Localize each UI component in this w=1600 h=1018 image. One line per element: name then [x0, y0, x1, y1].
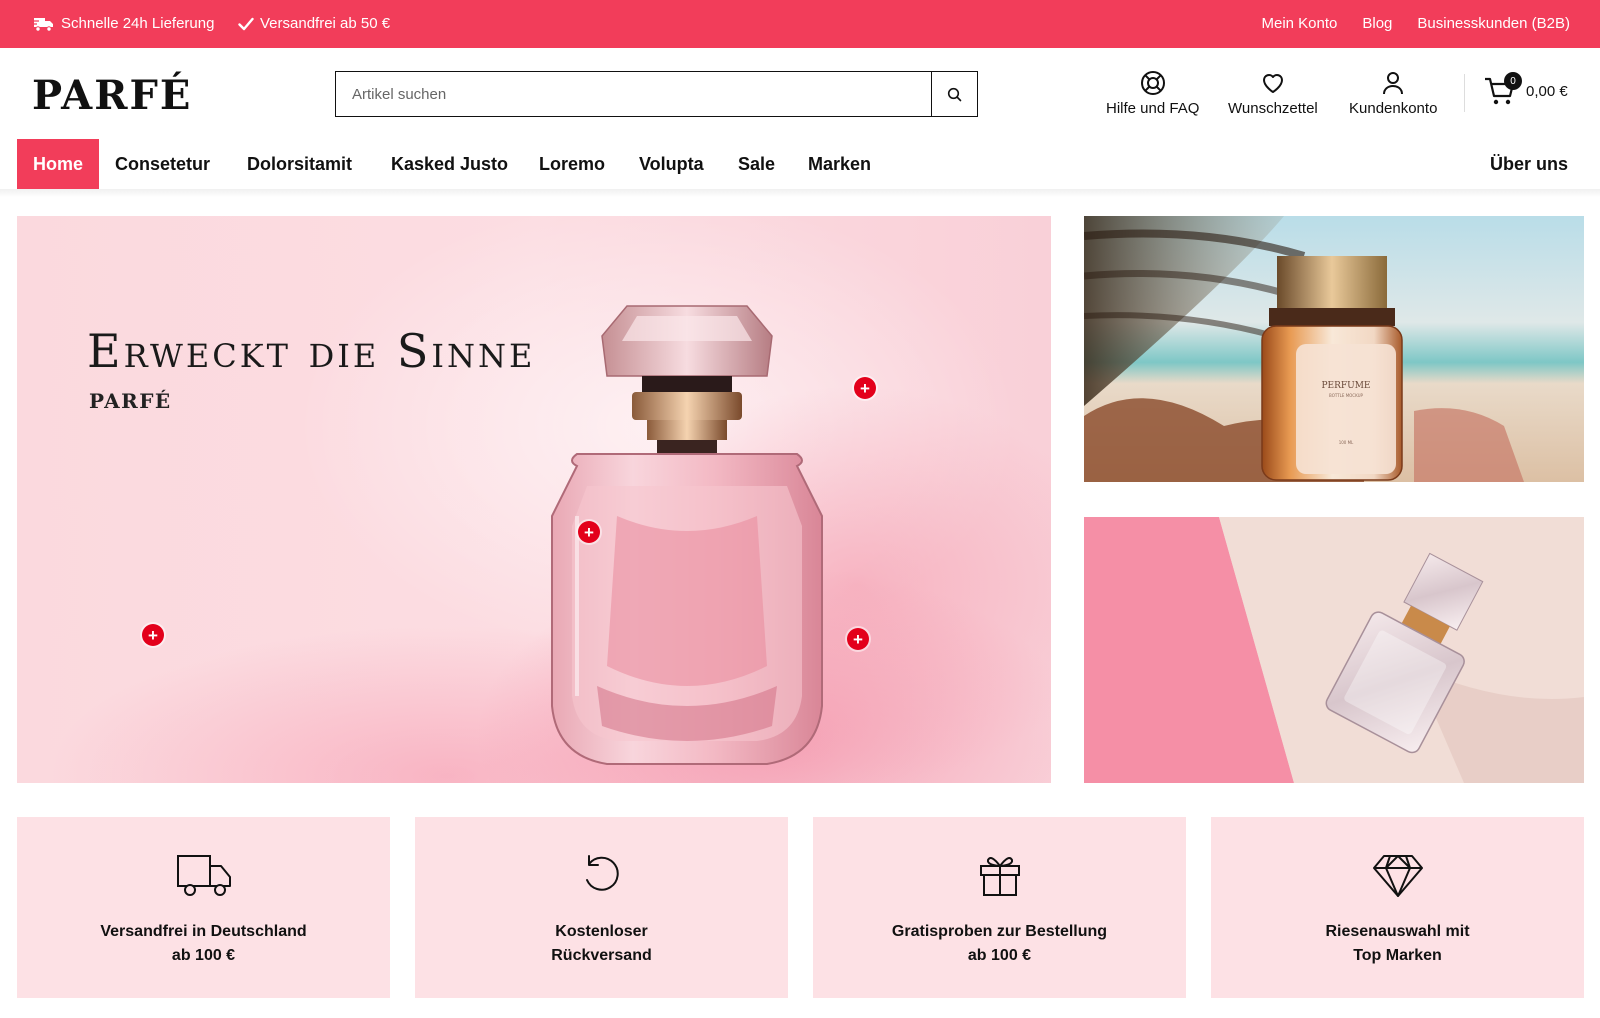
usp-delivery-text: Schnelle 24h Lieferung	[61, 15, 215, 32]
top-bar: Schnelle 24h Lieferung Versandfrei ab 50…	[0, 0, 1600, 48]
account-label: Kundenkonto	[1349, 100, 1438, 117]
link-my-account[interactable]: Mein Konto	[1261, 15, 1337, 32]
nav-item-kasked-justo[interactable]: Kasked Justo	[391, 139, 508, 189]
help-faq-link[interactable]: Hilfe und FAQ	[1106, 70, 1199, 117]
search-bar	[335, 71, 978, 117]
account-link[interactable]: Kundenkonto	[1349, 70, 1437, 117]
logo[interactable]: PARFÉ	[32, 72, 192, 120]
truck-icon	[33, 17, 53, 32]
user-icon	[1383, 72, 1404, 95]
feature-line-2: ab 100 €	[967, 947, 1032, 964]
feature-text: Gratisproben zur Bestellung ab 100 €	[892, 920, 1107, 968]
heart-icon	[1262, 74, 1283, 93]
feature-line-1: Kostenloser	[555, 923, 648, 940]
cart-total: 0,00 €	[1526, 82, 1568, 100]
feature-card-return: Kostenloser Rückversand	[415, 817, 788, 998]
check-icon	[238, 17, 254, 30]
wishlist-link[interactable]: Wunschzettel	[1228, 70, 1318, 117]
feature-line-1: Riesenauswahl mit	[1325, 923, 1470, 940]
feature-text: Riesenauswahl mit Top Marken	[1325, 920, 1469, 968]
feature-card-shipping: Versandfrei in Deutschland ab 100 €	[17, 817, 390, 998]
feature-card-samples: Gratisproben zur Bestellung ab 100 €	[813, 817, 1186, 998]
help-faq-label: Hilfe und FAQ	[1106, 100, 1200, 117]
search-button[interactable]	[931, 72, 977, 116]
cart-button[interactable]: 0 0,00 €	[1484, 72, 1568, 106]
feature-card-brands: Riesenauswahl mit Top Marken	[1211, 817, 1584, 998]
promo-banner-beach[interactable]: PERFUME BOTTLE MOCKUP 100 ML	[1084, 216, 1584, 482]
return-icon	[585, 855, 619, 891]
lifebuoy-icon	[1140, 71, 1165, 95]
nav-item-volupta[interactable]: Volupta	[639, 139, 704, 189]
search-input[interactable]	[336, 72, 931, 116]
bottle-sub-label: BOTTLE MOCKUP	[1329, 393, 1364, 398]
feature-line-1: Versandfrei in Deutschland	[100, 923, 307, 940]
hero-headline: Erweckt die Sinne	[87, 324, 536, 378]
perfume-bottle-image	[551, 305, 823, 765]
nav-item-sale[interactable]: Sale	[738, 139, 775, 189]
bottle-volume: 100 ML	[1339, 440, 1354, 445]
usp-delivery: Schnelle 24h Lieferung	[33, 15, 214, 32]
nav-item-marken[interactable]: Marken	[808, 139, 871, 189]
nav-item-dolorsitamit[interactable]: Dolorsitamit	[247, 139, 352, 189]
hero-brand: PARFÉ	[89, 389, 172, 413]
bottle-label: PERFUME	[1321, 381, 1370, 391]
feature-line-1: Gratisproben zur Bestellung	[891, 923, 1108, 940]
hotspot-button[interactable]: +	[854, 377, 876, 399]
gift-icon	[979, 857, 1020, 896]
link-blog[interactable]: Blog	[1362, 15, 1392, 32]
top-links: Mein Konto Blog Businesskunden (B2B)	[1261, 15, 1570, 32]
hotspot-button[interactable]: +	[578, 521, 600, 543]
cart-count-badge: 0	[1504, 72, 1522, 90]
feature-text: Kostenloser Rückversand	[551, 920, 652, 968]
nav-item-loremo[interactable]: Loremo	[539, 139, 605, 189]
feature-line-2: Rückversand	[551, 947, 652, 964]
crystal-perfume-image	[1084, 517, 1584, 783]
search-icon	[947, 87, 962, 101]
diamond-icon	[1372, 855, 1423, 897]
nav-item-consetetur[interactable]: Consetetur	[115, 139, 210, 189]
nav-shadow	[0, 189, 1600, 197]
main-nav: Home Consetetur Dolorsitamit Kasked Just…	[0, 139, 1600, 189]
feature-text: Versandfrei in Deutschland ab 100 €	[100, 920, 306, 968]
hotspot-button[interactable]: +	[142, 624, 164, 646]
header-divider	[1464, 74, 1465, 112]
usp-shipping-text: Versandfrei ab 50 €	[260, 15, 391, 32]
wishlist-label: Wunschzettel	[1228, 100, 1318, 117]
feature-line-2: Top Marken	[1353, 947, 1442, 964]
promo-banner-crystal[interactable]	[1084, 517, 1584, 783]
link-b2b[interactable]: Businesskunden (B2B)	[1417, 15, 1570, 32]
nav-item-home[interactable]: Home	[17, 139, 100, 189]
feature-line-2: ab 100 €	[171, 947, 236, 964]
beach-perfume-image: PERFUME BOTTLE MOCKUP 100 ML	[1084, 216, 1524, 482]
hero-banner[interactable]: Erweckt die Sinne PARFÉ + + + +	[17, 216, 1051, 783]
usp-shipping: Versandfrei ab 50 €	[238, 15, 390, 32]
nav-item-about[interactable]: Über uns	[1490, 139, 1568, 189]
truck-icon	[176, 855, 231, 896]
hotspot-button[interactable]: +	[847, 628, 869, 650]
